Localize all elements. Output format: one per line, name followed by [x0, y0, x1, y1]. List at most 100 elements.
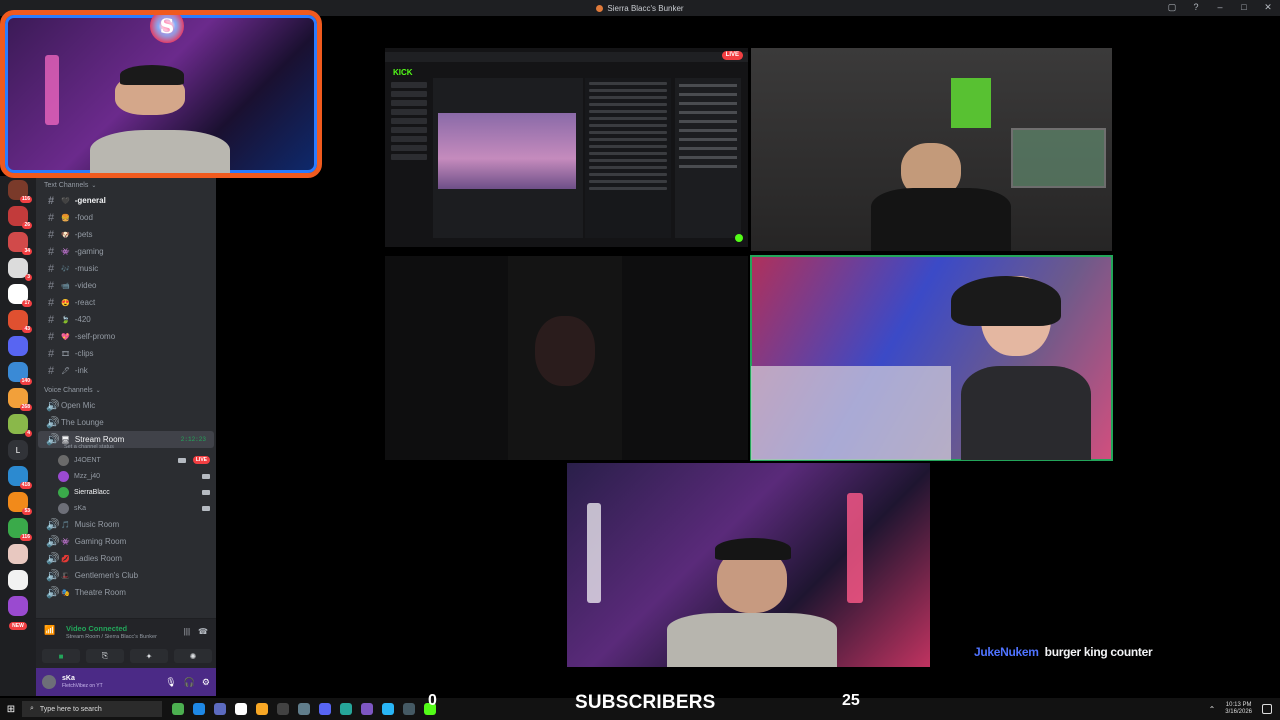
voice-member[interactable]: Mzz_j40 — [36, 468, 216, 484]
voice-channel[interactable]: 🔊 👾 Gaming Room — [38, 533, 214, 550]
text-channel-gaming[interactable]: # 👾 -gaming — [38, 243, 214, 260]
voice-channel[interactable]: 🔊 🎩 Gentlemen's Club — [38, 567, 214, 584]
search-input[interactable]: ⌕ Type here to search — [22, 701, 162, 717]
clock[interactable]: 10:13 PM 3/16/2026 — [1225, 702, 1252, 716]
minimize-button[interactable]: – — [1214, 2, 1226, 13]
taskbar-app-icon[interactable] — [256, 703, 268, 715]
voice-member[interactable]: J4OENT LIVE — [36, 452, 216, 468]
taskbar-app-icon[interactable] — [235, 703, 247, 715]
channel-status[interactable]: Set a channel status — [36, 444, 216, 452]
voice-connection-panel: 📶 Video Connected Stream Room / Sierra B… — [36, 618, 216, 668]
text-channel-pets[interactable]: # 🐶 -pets — [38, 226, 214, 243]
inbox-icon[interactable]: ▢ — [1166, 2, 1178, 13]
screenshare-button[interactable]: ⎘ — [86, 649, 124, 663]
notification-icon[interactable] — [1262, 704, 1272, 714]
taskbar-app-icon[interactable] — [319, 703, 331, 715]
participant-shirt — [667, 613, 837, 667]
taskbar-app-icon[interactable] — [382, 703, 394, 715]
server-icon[interactable] — [8, 336, 28, 356]
voice-channel[interactable]: 🔊 🎵 Music Room — [38, 516, 214, 533]
text-channel-react[interactable]: # 😍 -react — [38, 294, 214, 311]
voice-channel[interactable]: 🔊 Open Mic — [38, 397, 214, 414]
headphones — [120, 65, 184, 85]
category-text-channels[interactable]: Text Channels ⌄ — [36, 178, 216, 192]
close-button[interactable]: ✕ — [1262, 2, 1274, 13]
speaker-icon: 🔊 — [46, 587, 60, 599]
start-button[interactable]: ⊞ — [0, 698, 22, 720]
video-tile-self[interactable] — [567, 463, 930, 667]
server-icon[interactable]: 17 — [8, 284, 32, 307]
server-icon[interactable] — [8, 596, 28, 616]
voice-member[interactable]: SierraBlacc — [36, 484, 216, 500]
soundboard-button[interactable]: ✺ — [174, 649, 212, 663]
channel-emoji: 👾 — [61, 248, 70, 256]
participant-body — [961, 366, 1091, 460]
server-icon[interactable]: 26 — [8, 206, 32, 229]
server-icon[interactable]: 268 — [8, 388, 32, 411]
taskbar-app-icon[interactable] — [298, 703, 310, 715]
video-tile-participant-4[interactable] — [750, 255, 1113, 461]
server-icon[interactable]: 140 — [8, 362, 32, 385]
video-tile-participant-2[interactable] — [751, 48, 1112, 251]
taskbar-app-icon[interactable] — [172, 703, 184, 715]
taskbar-app-icon[interactable] — [340, 703, 352, 715]
text-channel-clips[interactable]: # 🎞 -clips — [38, 345, 214, 362]
server-icon[interactable]: 34 — [8, 232, 32, 255]
activities-button[interactable]: ✦ — [130, 649, 168, 663]
mention-badge: 418 — [19, 482, 32, 489]
subscriber-count: 0 — [428, 692, 437, 709]
signal-icon[interactable]: 📶 — [44, 625, 55, 636]
server-icon[interactable]: L — [8, 440, 28, 460]
text-channel-ink[interactable]: # 🖋 -ink — [38, 362, 214, 379]
video-tile-participant-3[interactable] — [385, 256, 748, 460]
server-icon[interactable]: 418 — [8, 466, 32, 489]
server-icon[interactable]: 4 — [8, 414, 32, 437]
screenshare-tile[interactable]: LIVE KICK — [385, 48, 748, 247]
text-channel-420[interactable]: # 🍃 -420 — [38, 311, 214, 328]
member-name: sKa — [74, 504, 87, 512]
text-channel-video[interactable]: # 📹 -video — [38, 277, 214, 294]
maximize-button[interactable]: □ — [1238, 2, 1250, 13]
avatar[interactable] — [42, 675, 56, 689]
channel-name: -420 — [74, 315, 91, 324]
gear-icon[interactable]: ⚙ — [202, 677, 210, 688]
server-icon[interactable] — [8, 544, 28, 564]
voice-channel[interactable]: 🔊 The Lounge — [38, 414, 214, 431]
voice-member[interactable]: sKa — [36, 500, 216, 516]
noise-suppression-icon[interactable]: ||| — [184, 627, 190, 636]
voice-connected-location[interactable]: Stream Room / Sierra Blacc's Bunker — [66, 634, 157, 640]
server-icon[interactable]: 3 — [8, 258, 32, 281]
category-voice-channels[interactable]: Voice Channels ⌄ — [36, 383, 216, 397]
text-channel-self-promo[interactable]: # 💖 -self-promo — [38, 328, 214, 345]
server-icon[interactable] — [8, 570, 28, 590]
hash-icon: # — [47, 194, 55, 207]
text-channel-general[interactable]: # 🖤 -general — [38, 192, 214, 209]
voice-channel[interactable]: 🔊 💋 Ladies Room — [38, 550, 214, 567]
server-icon[interactable]: 116 — [8, 180, 32, 203]
channel-name: -pets — [74, 230, 93, 239]
taskbar-app-icon[interactable] — [214, 703, 226, 715]
server-icon[interactable]: 116 — [8, 518, 32, 541]
voice-channel[interactable]: 🔊 🎭 Theatre Room — [38, 584, 214, 601]
microphone-icon[interactable]: 🎙 — [165, 677, 176, 688]
camera-icon — [177, 457, 186, 463]
headphones-icon[interactable]: 🎧 — [184, 677, 195, 688]
taskbar-app-icon[interactable] — [193, 703, 205, 715]
help-icon[interactable]: ? — [1190, 2, 1202, 13]
camera-icon — [202, 473, 210, 479]
text-channel-food[interactable]: # 🍔 -food — [38, 209, 214, 226]
speaker-icon: 🔊 — [46, 553, 60, 565]
text-channel-music[interactable]: # 🎶 -music — [38, 260, 214, 277]
hash-icon: # — [47, 262, 55, 275]
taskbar-app-icon[interactable] — [277, 703, 289, 715]
server-icon[interactable]: 53 — [8, 492, 32, 515]
chevron-up-icon[interactable]: ⌃ — [1209, 705, 1216, 714]
disconnect-icon[interactable]: ☎ — [198, 627, 208, 636]
channel-name: The Lounge — [61, 418, 104, 427]
taskbar-app-icon[interactable] — [361, 703, 373, 715]
taskbar-app-icon[interactable] — [403, 703, 415, 715]
camera-button[interactable]: ■ — [42, 649, 80, 663]
stream-preview — [438, 113, 576, 189]
speaker-icon: 🔊 — [46, 400, 60, 412]
server-icon[interactable]: 43 — [8, 310, 32, 333]
